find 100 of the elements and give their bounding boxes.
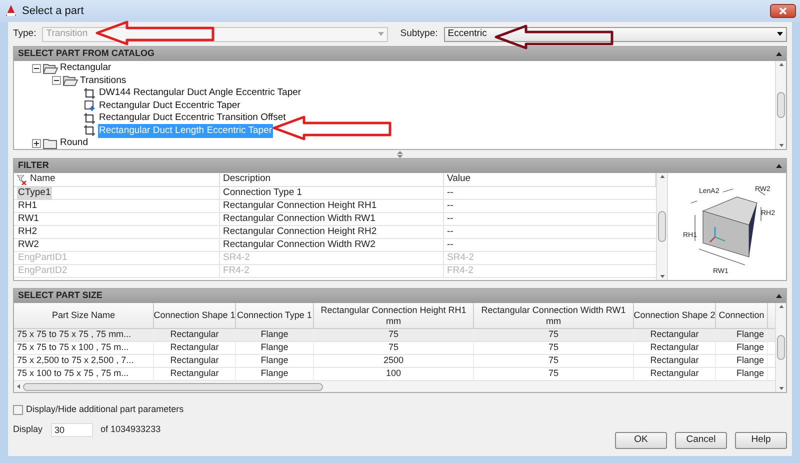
table-cell: Rectangular: [154, 355, 236, 367]
dialog-button[interactable]: Help: [735, 432, 787, 448]
table-cell: 75: [474, 329, 634, 341]
table-cell[interactable]: CType1: [17, 186, 52, 200]
close-icon: [779, 7, 787, 15]
open-folder-icon: [43, 62, 58, 74]
part-icon: [84, 100, 95, 112]
column-header[interactable]: Connection Type 1: [236, 303, 314, 328]
table-cell-text: --: [446, 226, 454, 238]
horizontal-scrollbar[interactable]: [14, 381, 775, 392]
column-header[interactable]: Rectangular Connection Height RH1 mm: [314, 303, 474, 328]
table-cell-text: SR4-2: [446, 252, 475, 264]
scroll-up-icon[interactable]: [778, 63, 784, 66]
collapse-toggle-icon[interactable]: [32, 64, 41, 73]
scroll-down-icon[interactable]: [778, 387, 784, 390]
column-header[interactable]: Connection Shape 2: [634, 303, 716, 328]
table-cell: 75: [314, 342, 474, 354]
table-cell: Rectangular: [154, 329, 236, 341]
tree-folder[interactable]: Round: [60, 136, 88, 149]
part-icon: [84, 125, 95, 136]
scroll-up-icon[interactable]: [778, 305, 784, 308]
display-count-field[interactable]: 30: [50, 422, 93, 436]
table-cell: 75 x 75 to 75 x 75 , 75 mm...: [14, 329, 154, 341]
subtype-label: Subtype:: [400, 26, 438, 41]
column-header[interactable]: Connection: [716, 303, 768, 328]
table-cell: 75 x 100 to 75 x 75 , 75 m...: [14, 368, 154, 380]
table-cell: Flange: [716, 355, 768, 367]
filter-scrollbar[interactable]: [656, 173, 667, 280]
table-cell[interactable]: RW1: [17, 212, 40, 226]
column-header[interactable]: Part Size Name: [14, 303, 154, 328]
subtype-dropdown[interactable]: Eccentric: [444, 26, 787, 42]
column-header[interactable]: Rectangular Connection Width RW1 mm: [474, 303, 634, 328]
table-cell: Rectangular Connection Height RH1: [220, 200, 444, 212]
splitter-handle-icon[interactable]: [397, 150, 403, 158]
column-header[interactable]: Description: [220, 173, 444, 186]
table-cell: 2500: [314, 355, 474, 367]
part-size-header: SELECT PART SIZE: [14, 289, 786, 303]
table-cell[interactable]: RH2: [17, 224, 38, 240]
table-cell: Flange: [236, 355, 314, 367]
table-cell[interactable]: RW2: [17, 238, 40, 252]
scroll-thumb[interactable]: [777, 334, 785, 360]
table-cell: Rectangular: [634, 329, 716, 341]
filter-header: FILTER: [14, 159, 786, 173]
table-cell[interactable]: RH1: [17, 198, 38, 214]
table-cell: Flange: [236, 329, 314, 341]
table-cell: Rectangular Connection Height RH2: [220, 226, 444, 238]
collapse-toggle-icon[interactable]: [52, 76, 61, 86]
scroll-down-icon[interactable]: [660, 274, 664, 278]
collapse-icon[interactable]: [776, 52, 782, 56]
expand-toggle-icon[interactable]: [32, 138, 41, 148]
scroll-left-icon[interactable]: [17, 384, 20, 389]
tree-item[interactable]: DW144 Rectangular Duct Angle Eccentric Taper: [98, 86, 302, 100]
table-row[interactable]: 75 x 100 to 75 x 75 , 75 m... Rectangular Flange 100 75 Rectangular Flange: [14, 368, 775, 381]
table-cell: 75: [314, 329, 474, 341]
checkbox-label: Display/Hide additional part parameters: [26, 403, 184, 416]
table-cell-text: --: [446, 213, 454, 225]
table-row[interactable]: 75 x 75 to 75 x 100 , 75 m... Rectangular Flange 75 75 Rectangular Flange: [14, 342, 775, 355]
table-cell: Rectangular Connection Width RW1: [220, 213, 444, 225]
clear-filter-icon[interactable]: [17, 174, 27, 184]
table-cell: Rectangular: [634, 355, 716, 367]
table-cell: Rectangular: [154, 368, 236, 380]
table-cell: Flange: [236, 368, 314, 380]
table-row[interactable]: 75 x 75 to 75 x 75 , 75 mm... Rectangular Flange 75 75 Rectangular Flange: [14, 329, 775, 342]
table-cell: 75 x 75 to 75 x 100 , 75 m...: [14, 342, 154, 354]
dialog-button[interactable]: OK: [615, 432, 667, 448]
table-row[interactable]: 75 x 2,500 to 75 x 2,500 , 7... Rectangular Flange 2500 75 Rectangular Flange: [14, 355, 775, 368]
scroll-down-icon[interactable]: [778, 144, 784, 147]
unit-label: mm: [386, 316, 401, 326]
collapse-icon[interactable]: [776, 164, 782, 168]
size-scrollbar[interactable]: [775, 303, 786, 392]
dialog-button[interactable]: Cancel: [675, 432, 727, 448]
open-folder-icon: [63, 75, 78, 86]
app-logo-icon: [4, 4, 18, 18]
folder-icon: [43, 138, 58, 149]
table-cell: Rectangular Connection Width RW2: [220, 239, 444, 251]
scroll-thumb[interactable]: [777, 92, 785, 118]
dropdown-caret-icon: [378, 32, 384, 36]
table-cell: 75: [474, 355, 634, 367]
scroll-thumb[interactable]: [658, 211, 666, 242]
scroll-up-icon[interactable]: [660, 175, 664, 178]
table-cell: 100: [314, 368, 474, 380]
total-count-text: of 1034933233: [100, 422, 161, 436]
table-cell: Flange: [716, 329, 768, 341]
column-header[interactable]: Connection Shape 1: [154, 303, 236, 328]
scroll-thumb[interactable]: [23, 382, 323, 390]
tree-item[interactable]: Rectangular Duct Eccentric Taper: [98, 98, 242, 113]
table-cell-text: --: [446, 239, 454, 251]
tree-item[interactable]: Rectangular Duct Eccentric Transition Offset: [98, 111, 287, 126]
checkbox[interactable]: [13, 404, 23, 415]
table-cell-text: --: [446, 200, 454, 212]
close-button[interactable]: [770, 4, 796, 18]
arrow-icon: [494, 24, 614, 50]
part-icon: [84, 112, 95, 124]
tree-folder[interactable]: Rectangular: [60, 61, 112, 76]
table-cell: Rectangular: [154, 342, 236, 354]
tree-scrollbar[interactable]: [775, 61, 786, 149]
arrow-icon: [95, 20, 215, 46]
tree-folder[interactable]: Transitions: [80, 74, 126, 88]
display-label: Display: [13, 422, 43, 436]
collapse-icon[interactable]: [776, 294, 782, 298]
